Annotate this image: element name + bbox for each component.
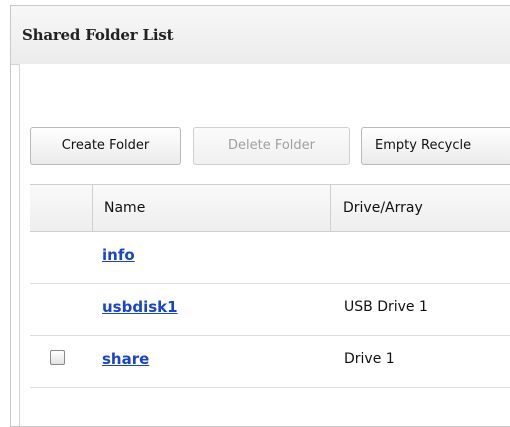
row-select-checkbox[interactable]	[50, 350, 65, 365]
column-separator	[92, 185, 93, 231]
panel-header: Shared Folder List	[11, 6, 510, 65]
drive-cell: USB Drive 1	[344, 299, 428, 315]
delete-folder-button[interactable]: Delete Folder	[193, 127, 350, 165]
column-header-drive-array[interactable]: Drive/Array	[343, 185, 423, 231]
panel-title: Shared Folder List	[22, 26, 174, 44]
folder-link-usbdisk1[interactable]: usbdisk1	[102, 298, 178, 316]
shared-folder-table: Name Drive/Array info usbdisk1 USB Drive…	[30, 184, 510, 388]
create-folder-button[interactable]: Create Folder	[30, 127, 181, 165]
table-row[interactable]: info	[30, 232, 510, 284]
folder-link-share[interactable]: share	[102, 350, 149, 368]
drive-cell: Drive 1	[344, 351, 395, 367]
column-header-name[interactable]: Name	[104, 185, 145, 231]
empty-recycle-button[interactable]: Empty Recycle	[361, 127, 510, 165]
table-row[interactable]: usbdisk1 USB Drive 1	[30, 284, 510, 336]
table-header: Name Drive/Array	[30, 184, 510, 232]
folder-link-info[interactable]: info	[102, 246, 135, 264]
column-separator	[330, 185, 331, 231]
table-row[interactable]: share Drive 1	[30, 336, 510, 388]
